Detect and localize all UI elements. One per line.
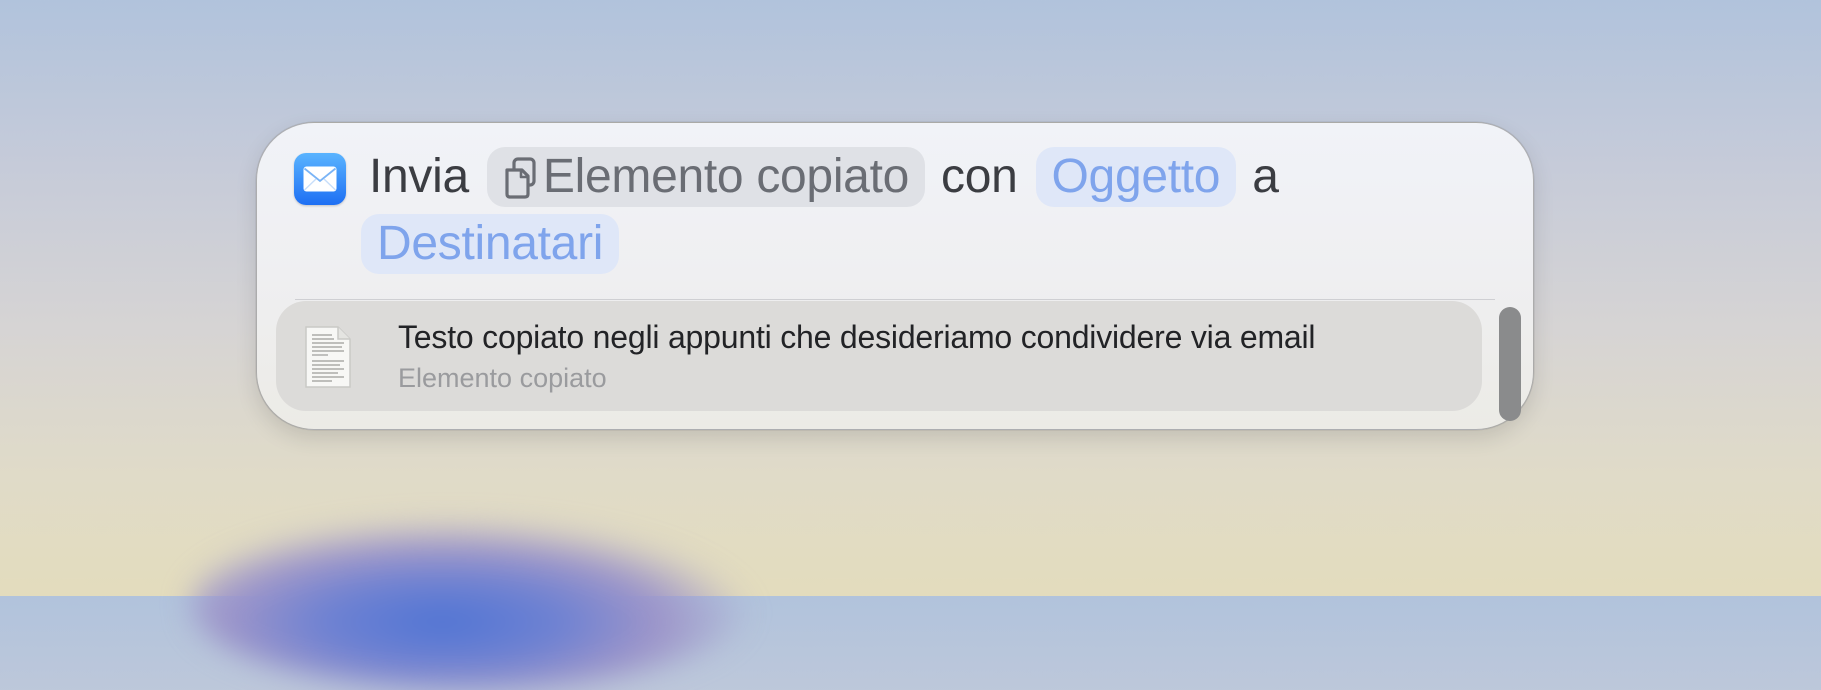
action-sentence: Invia Elemento copiato con Oggetto a Destinat…	[361, 147, 1369, 274]
variable-token-copied-item[interactable]: Elemento copiato	[486, 147, 926, 207]
variable-token-label: Elemento copiato	[542, 150, 910, 203]
connector-to: a	[1252, 150, 1279, 203]
mail-app-icon	[294, 153, 346, 205]
action-verb: Invia	[369, 150, 469, 203]
result-item-title: Testo copiato negli appunti che desideri…	[398, 319, 1316, 355]
divider	[295, 299, 1495, 300]
recipients-parameter[interactable]: Destinatari	[361, 214, 620, 274]
result-item-subtitle: Elemento copiato	[398, 363, 607, 393]
result-list-item[interactable]: Testo copiato negli appunti che desideri…	[276, 301, 1482, 411]
scrollbar-thumb[interactable]	[1499, 307, 1521, 421]
envelope-icon	[303, 166, 337, 192]
subject-parameter[interactable]: Oggetto	[1035, 147, 1237, 207]
wallpaper-blob	[190, 520, 750, 690]
clipboard-copy-icon	[503, 155, 537, 215]
document-icon	[304, 325, 352, 394]
shortcut-action-panel: Invia Elemento copiato con Oggetto a Destinat…	[256, 122, 1534, 430]
connector-with: con	[941, 150, 1018, 203]
